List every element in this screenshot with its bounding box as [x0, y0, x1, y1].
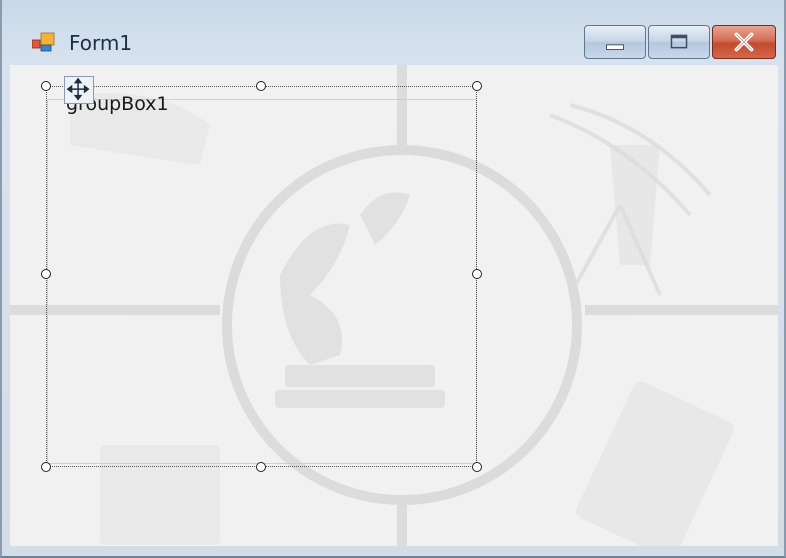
minimize-button[interactable] [584, 25, 646, 59]
minimize-icon [606, 44, 624, 50]
resize-handle-bottom-center[interactable] [256, 462, 266, 472]
resize-handle-middle-left[interactable] [41, 269, 51, 279]
form-window: Form1 groupBox1 [0, 0, 786, 558]
maximize-icon [670, 34, 688, 49]
selection-rectangle [46, 86, 477, 467]
close-button[interactable] [712, 25, 776, 59]
window-controls [584, 25, 780, 61]
window-title: Form1 [69, 31, 133, 55]
form-app-icon [32, 32, 55, 52]
resize-handle-top-right[interactable] [472, 81, 482, 91]
resize-handle-top-center[interactable] [256, 81, 266, 91]
move-handle[interactable] [64, 76, 94, 104]
maximize-button[interactable] [648, 25, 710, 59]
title-bar[interactable]: Form1 [2, 0, 784, 64]
resize-handle-top-left[interactable] [41, 81, 51, 91]
resize-handle-bottom-right[interactable] [472, 462, 482, 472]
close-icon [734, 32, 754, 52]
resize-handle-bottom-left[interactable] [41, 462, 51, 472]
resize-handle-middle-right[interactable] [472, 269, 482, 279]
move-arrows-icon [66, 77, 90, 101]
